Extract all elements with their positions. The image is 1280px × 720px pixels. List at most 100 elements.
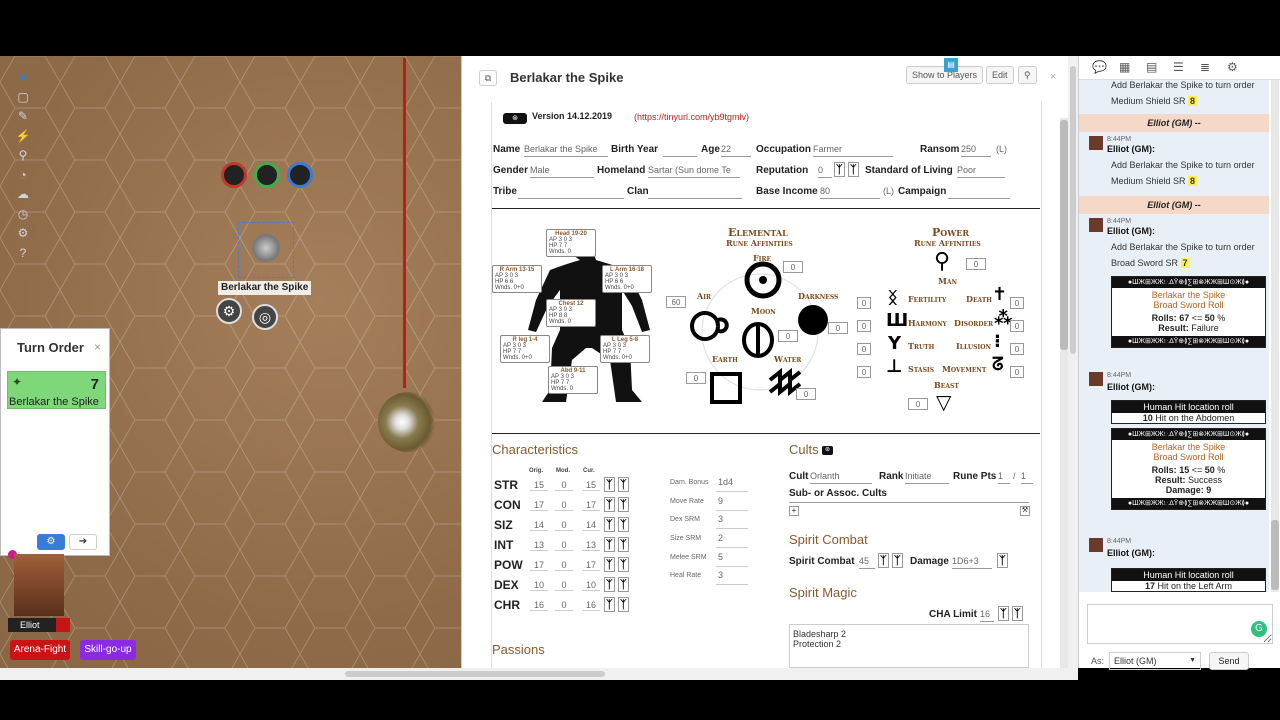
turn-order-settings-button[interactable]: ⚙	[37, 534, 65, 550]
clan-field[interactable]	[648, 186, 742, 199]
cur-value[interactable]: 13	[582, 540, 600, 551]
mod-value[interactable]: 0	[555, 520, 573, 531]
journal-icon[interactable]: ▤	[1146, 60, 1157, 74]
roll-rune-icon[interactable]: ᛉ	[604, 497, 615, 512]
hit-location-abdomen[interactable]: Abd 9-11 AP 3 0 3 HP 7 7 Wnds. 0	[548, 366, 598, 394]
roll-rune-icon[interactable]: ᛉ	[618, 477, 629, 492]
orig-value[interactable]: 17	[530, 560, 548, 571]
roll-rune-icon[interactable]: ᛉ	[604, 477, 615, 492]
hit-location-left-arm[interactable]: L Arm 16-18 AP 3 0 3 HP 6 6 Wnds. 0+0	[602, 265, 652, 293]
hit-location-head[interactable]: Head 19-20 AP 3 0 3 HP 7 7 Wnds. 0	[546, 229, 596, 257]
orig-value[interactable]: 14	[530, 520, 548, 531]
reputation-field[interactable]: 0	[818, 165, 832, 178]
rune-value[interactable]: 0	[908, 398, 928, 410]
rune-value[interactable]: 0	[828, 322, 848, 334]
roll-rune-icon[interactable]: ᛉ	[618, 497, 629, 512]
spirit-combat-field[interactable]: 45	[859, 556, 875, 569]
rune-points-field[interactable]: 1	[998, 471, 1010, 484]
roll-rune-icon[interactable]: ᛉ	[878, 553, 889, 568]
zoom-icon[interactable]: ⚲	[12, 146, 34, 166]
rune-value[interactable]: 0	[1010, 343, 1024, 355]
roll-rune-icon[interactable]: ᛉ	[604, 577, 615, 592]
campaign-field[interactable]	[948, 186, 1010, 199]
help-icon[interactable]: ?	[12, 244, 34, 264]
selected-token[interactable]	[238, 222, 294, 278]
roll-rune-icon[interactable]: ᛉ	[618, 597, 629, 612]
settings-row-button[interactable]: ⚒	[1020, 506, 1030, 516]
rune-value[interactable]: 0	[857, 366, 871, 378]
gear-icon[interactable]: ⚙	[12, 224, 34, 244]
rune-value[interactable]: 0	[857, 297, 871, 309]
cha-limit-field[interactable]: 16	[980, 609, 994, 622]
cur-value[interactable]: 16	[582, 600, 600, 611]
grammar-icon[interactable]: G	[1251, 621, 1267, 637]
fog-icon[interactable]: ☁	[12, 185, 34, 205]
roll-rune-icon[interactable]: ᛉ	[604, 597, 615, 612]
gender-field[interactable]: Male	[530, 165, 594, 178]
chat-icon[interactable]: 💬	[1092, 60, 1107, 74]
roll-rune-icon[interactable]: ᛉ	[618, 537, 629, 552]
rune-points-max[interactable]: 1	[1021, 471, 1033, 484]
search-icon[interactable]: ⚲	[1018, 66, 1037, 84]
cult-field[interactable]: Orlanth	[810, 471, 872, 484]
map-horizontal-scrollbar[interactable]	[0, 668, 1068, 680]
tribe-field[interactable]	[518, 186, 624, 199]
hit-location-chest[interactable]: Chest 12 AP 3 0 3 HP 8 8 Wnds. 0	[546, 299, 596, 327]
ransom-field[interactable]: 250	[961, 144, 991, 157]
status-marker-blue[interactable]	[287, 162, 313, 188]
roll-rune-icon[interactable]: ᛉ	[997, 553, 1008, 568]
standard-of-living-field[interactable]: Poor	[957, 165, 1005, 178]
add-row-button[interactable]: +	[789, 506, 799, 516]
journal-icon[interactable]: ▤	[944, 58, 958, 72]
mod-value[interactable]: 0	[555, 540, 573, 551]
damage-field[interactable]: 1D6+3	[952, 556, 992, 569]
base-income-field[interactable]: 80	[820, 186, 880, 199]
art-library-icon[interactable]: ▦	[1119, 60, 1130, 74]
orig-value[interactable]: 15	[530, 480, 548, 491]
hit-location-right-arm[interactable]: R Arm 13-15 AP 3 0 3 HP 6 6 Wnds. 0+0	[492, 265, 542, 293]
cur-value[interactable]: 14	[582, 520, 600, 531]
map-vertical-scrollbar[interactable]	[1068, 56, 1078, 680]
measure-icon[interactable]: ◔	[12, 166, 34, 186]
cur-value[interactable]: 10	[582, 580, 600, 591]
pen-icon[interactable]: ✎	[12, 107, 34, 127]
cur-value[interactable]: 15	[582, 480, 600, 491]
roll-rune-icon[interactable]: ᛉ	[604, 557, 615, 572]
version-link[interactable]: (https://tinyurl.com/yb9tgmlv)	[634, 112, 749, 122]
close-icon[interactable]: ×	[94, 340, 101, 354]
token-settings-icon[interactable]: ⚙	[216, 298, 242, 324]
rune-value[interactable]: 0	[686, 372, 706, 384]
list-icon[interactable]: ≣	[1200, 60, 1210, 74]
edit-button[interactable]: Edit	[986, 66, 1014, 84]
turn-order-entry[interactable]: ✦ 7 Berlakar the Spike	[7, 371, 106, 409]
roll-rune-icon[interactable]: ᛉ	[834, 162, 845, 177]
popout-icon[interactable]: ⧉	[479, 70, 497, 86]
compendium-icon[interactable]: ☰	[1173, 60, 1184, 74]
cur-value[interactable]: 17	[582, 500, 600, 511]
roll-rune-icon[interactable]: ᛉ	[618, 577, 629, 592]
rune-value[interactable]: 0	[796, 388, 816, 400]
roll-rune-icon[interactable]: ᛉ	[618, 517, 629, 532]
name-field[interactable]: Berlakar the Spike	[524, 144, 608, 157]
chat-scrollbar[interactable]	[1271, 80, 1279, 592]
mod-value[interactable]: 0	[555, 580, 573, 591]
speaking-as-select[interactable]: Elliot (GM) ▼	[1109, 652, 1201, 670]
next-turn-button[interactable]: ➔	[69, 534, 97, 550]
birth-year-field[interactable]	[663, 144, 697, 157]
macro-button[interactable]: Arena-Fight	[10, 640, 70, 660]
age-field[interactable]: 22	[721, 144, 751, 157]
status-marker-red[interactable]	[221, 162, 247, 188]
roll-rune-icon[interactable]: ᛉ	[618, 557, 629, 572]
send-button[interactable]: Send	[1209, 652, 1249, 670]
clock-icon[interactable]: ◷	[12, 205, 34, 225]
roll-rune-icon[interactable]: ᛉ	[604, 537, 615, 552]
select-icon[interactable]: ➤	[12, 68, 34, 88]
mod-value[interactable]: 0	[555, 500, 573, 511]
orig-value[interactable]: 10	[530, 580, 548, 591]
chat-input[interactable]	[1087, 604, 1273, 644]
rune-value[interactable]: 0	[783, 261, 803, 273]
rune-value[interactable]: 0	[966, 258, 986, 270]
roll-rune-icon[interactable]: ᛉ	[1012, 606, 1023, 621]
occupation-field[interactable]: Farmer	[813, 144, 893, 157]
sheet-scrollbar[interactable]	[1060, 118, 1068, 668]
